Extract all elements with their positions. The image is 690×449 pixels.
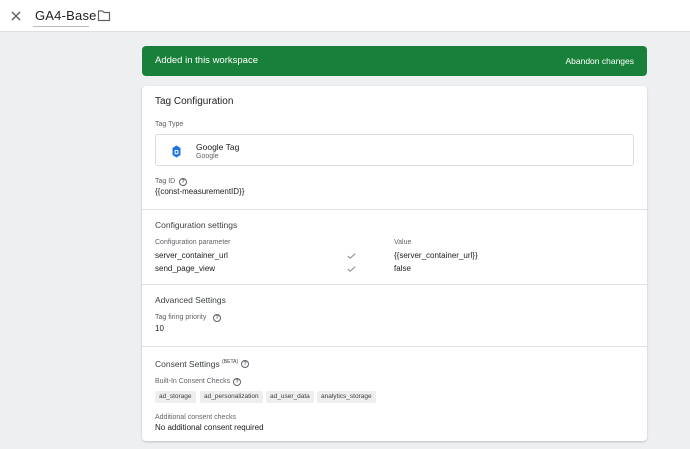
tag-type-subtitle: Google	[196, 153, 219, 160]
tag-firing-priority-label: Tag firing priority	[155, 314, 207, 321]
firing-priority-help-icon[interactable]: ?	[213, 314, 221, 322]
card-title: Tag Configuration	[155, 96, 234, 107]
config-value-cell: {{server_container_url}}	[394, 251, 478, 260]
check-icon	[347, 253, 356, 259]
title-underline	[33, 26, 89, 27]
consent-settings-title: Consent Settings	[155, 359, 220, 369]
close-icon[interactable]	[9, 9, 23, 23]
check-icon	[347, 266, 356, 272]
tag-type-label: Tag Type	[155, 121, 184, 128]
tag-type-name: Google Tag	[196, 142, 240, 152]
tag-id-label: Tag ID	[155, 178, 176, 185]
banner-text: Added in this workspace	[155, 55, 258, 66]
config-value-cell: false	[394, 264, 411, 273]
divider	[142, 346, 647, 347]
advanced-settings-heading: Advanced Settings	[155, 295, 226, 305]
config-value-column-header: Value	[394, 239, 412, 246]
tag-name-title[interactable]: GA4-Base	[35, 8, 97, 23]
consent-chip: analytics_storage	[317, 391, 376, 403]
folder-icon[interactable]	[97, 9, 111, 22]
tag-id-value: {{const-measurementID}}	[155, 187, 245, 196]
consent-settings-heading: Consent Settings (BETA)	[155, 359, 238, 369]
divider	[142, 284, 647, 285]
config-param-cell: send_page_view	[155, 264, 216, 273]
consent-chip: ad_user_data	[266, 391, 314, 403]
consent-chip: ad_personalization	[200, 391, 263, 403]
top-bar: GA4-Base	[0, 0, 690, 32]
workspace-banner: Added in this workspace Abandon changes	[142, 46, 647, 76]
beta-badge: (BETA)	[222, 359, 239, 366]
consent-chip: ad_storage	[155, 391, 196, 403]
tag-configuration-card[interactable]: Tag Configuration Tag Type Google Tag Go…	[142, 86, 647, 441]
divider	[142, 209, 647, 210]
config-param-cell: server_container_url	[155, 251, 228, 260]
additional-consent-value: No additional consent required	[155, 423, 264, 432]
configuration-settings-heading: Configuration settings	[155, 220, 238, 230]
additional-consent-label: Additional consent checks	[155, 414, 236, 421]
built-in-consent-label: Built-In Consent Checks	[155, 378, 231, 385]
consent-help-icon[interactable]: ?	[241, 360, 249, 368]
abandon-changes-button[interactable]: Abandon changes	[565, 56, 634, 66]
tag-firing-priority-value: 10	[155, 324, 164, 333]
tag-id-help-icon[interactable]: ?	[179, 178, 187, 186]
tag-type-box[interactable]: Google Tag Google	[155, 134, 634, 166]
built-in-consent-help-icon[interactable]: ?	[233, 378, 241, 386]
config-param-column-header: Configuration parameter	[155, 239, 231, 246]
google-tag-icon	[172, 145, 181, 158]
